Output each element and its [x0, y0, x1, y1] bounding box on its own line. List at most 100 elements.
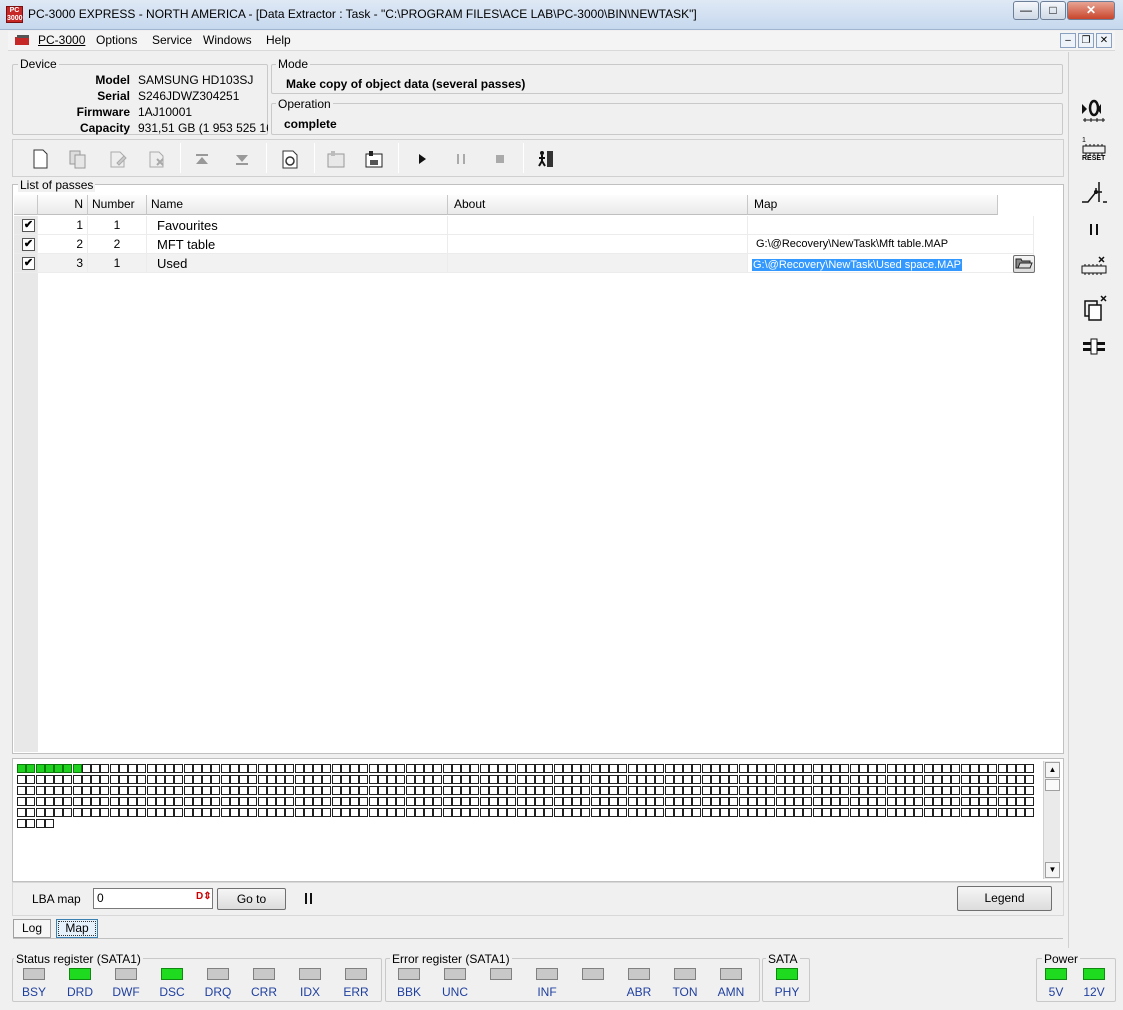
- column-header-name[interactable]: Name: [147, 195, 448, 215]
- map-block[interactable]: [590, 775, 600, 784]
- map-block[interactable]: [405, 786, 415, 795]
- map-block[interactable]: [932, 764, 942, 773]
- map-block[interactable]: [340, 775, 350, 784]
- map-block[interactable]: [535, 797, 544, 806]
- map-block[interactable]: [442, 808, 452, 817]
- map-block[interactable]: [766, 786, 776, 795]
- map-block[interactable]: [969, 775, 979, 784]
- map-block[interactable]: [895, 808, 905, 817]
- map-block[interactable]: [35, 786, 45, 795]
- map-block[interactable]: [868, 775, 877, 784]
- map-block[interactable]: [562, 775, 572, 784]
- tab-log[interactable]: Log: [13, 919, 51, 938]
- map-block[interactable]: [1025, 808, 1035, 817]
- map-block[interactable]: [433, 808, 443, 817]
- new-task-icon[interactable]: [29, 148, 51, 170]
- map-block[interactable]: [322, 797, 332, 806]
- map-block[interactable]: [803, 775, 813, 784]
- map-block[interactable]: [701, 797, 711, 806]
- menu-options[interactable]: Options: [96, 33, 137, 47]
- map-block[interactable]: [285, 797, 295, 806]
- map-block[interactable]: [183, 797, 193, 806]
- map-block[interactable]: [72, 764, 82, 773]
- map-block[interactable]: [960, 786, 970, 795]
- map-block[interactable]: [544, 808, 554, 817]
- map-block[interactable]: [747, 775, 757, 784]
- map-block[interactable]: [969, 808, 979, 817]
- map-block[interactable]: [627, 808, 637, 817]
- map-block[interactable]: [359, 775, 369, 784]
- map-block[interactable]: [202, 775, 211, 784]
- map-block[interactable]: [877, 786, 887, 795]
- map-block[interactable]: [979, 786, 988, 795]
- map-block[interactable]: [285, 786, 295, 795]
- map-block[interactable]: [424, 764, 433, 773]
- map-block[interactable]: [664, 808, 674, 817]
- lba-input-value[interactable]: 0: [97, 891, 104, 905]
- map-block[interactable]: [525, 764, 535, 773]
- map-block[interactable]: [396, 786, 406, 795]
- map-block[interactable]: [757, 786, 766, 795]
- map-block[interactable]: [81, 808, 91, 817]
- map-block[interactable]: [470, 808, 480, 817]
- map-block[interactable]: [516, 775, 526, 784]
- map-block[interactable]: [849, 808, 859, 817]
- map-block[interactable]: [1016, 808, 1025, 817]
- pass-map-editor[interactable]: G:\@Recovery\NewTask\Used space.MAP: [748, 254, 1034, 273]
- map-block[interactable]: [202, 786, 211, 795]
- map-block[interactable]: [81, 775, 91, 784]
- map-block[interactable]: [692, 786, 702, 795]
- map-block[interactable]: [442, 786, 452, 795]
- map-block[interactable]: [636, 797, 646, 806]
- map-block[interactable]: [590, 764, 600, 773]
- map-block[interactable]: [26, 764, 36, 773]
- map-block[interactable]: [821, 764, 831, 773]
- map-block[interactable]: [488, 786, 498, 795]
- map-block[interactable]: [183, 786, 193, 795]
- map-block[interactable]: [590, 797, 600, 806]
- map-block[interactable]: [849, 764, 859, 773]
- map-block[interactable]: [276, 775, 285, 784]
- map-block[interactable]: [461, 808, 470, 817]
- map-block[interactable]: [683, 797, 692, 806]
- map-block[interactable]: [701, 808, 711, 817]
- map-block[interactable]: [155, 808, 165, 817]
- map-block[interactable]: [692, 797, 702, 806]
- map-block[interactable]: [988, 786, 998, 795]
- map-block[interactable]: [128, 764, 137, 773]
- map-block[interactable]: [414, 786, 424, 795]
- map-block[interactable]: [146, 764, 156, 773]
- map-block[interactable]: [979, 764, 988, 773]
- map-block[interactable]: [81, 797, 91, 806]
- map-block[interactable]: [1016, 764, 1025, 773]
- map-block[interactable]: [313, 775, 322, 784]
- refresh-icon[interactable]: [279, 148, 301, 170]
- map-block[interactable]: [757, 797, 766, 806]
- map-block[interactable]: [35, 819, 45, 828]
- map-block[interactable]: [100, 797, 110, 806]
- map-block[interactable]: [747, 808, 757, 817]
- map-block[interactable]: [377, 786, 387, 795]
- map-block[interactable]: [701, 786, 711, 795]
- map-block[interactable]: [646, 808, 655, 817]
- map-block[interactable]: [812, 786, 822, 795]
- map-block[interactable]: [803, 808, 813, 817]
- map-block[interactable]: [165, 764, 174, 773]
- map-block[interactable]: [220, 786, 230, 795]
- map-block[interactable]: [26, 786, 36, 795]
- power-switch-icon[interactable]: [1079, 178, 1109, 208]
- map-block[interactable]: [905, 797, 914, 806]
- map-block[interactable]: [146, 786, 156, 795]
- map-block[interactable]: [840, 764, 850, 773]
- map-block[interactable]: [276, 786, 285, 795]
- map-block[interactable]: [914, 797, 924, 806]
- map-block[interactable]: [895, 797, 905, 806]
- map-block[interactable]: [26, 808, 36, 817]
- map-block[interactable]: [137, 797, 147, 806]
- map-block[interactable]: [44, 808, 54, 817]
- map-block[interactable]: [655, 764, 665, 773]
- map-block[interactable]: [544, 797, 554, 806]
- map-block[interactable]: [562, 797, 572, 806]
- map-block[interactable]: [794, 764, 803, 773]
- map-block[interactable]: [905, 764, 914, 773]
